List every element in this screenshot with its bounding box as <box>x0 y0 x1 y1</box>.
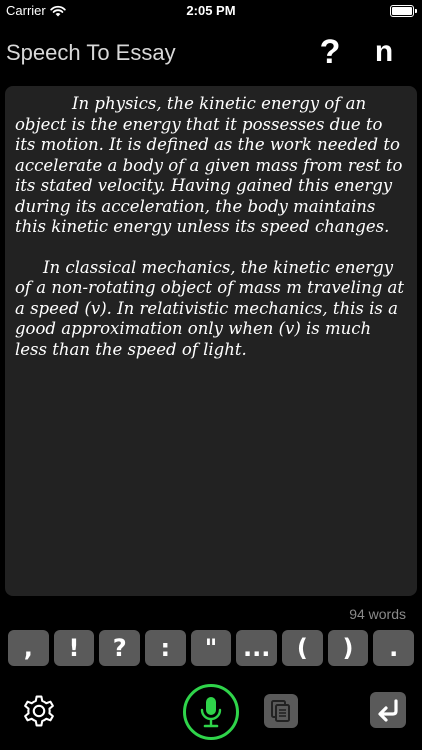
bottom-toolbar <box>0 680 422 750</box>
new-essay-button[interactable]: n <box>368 32 400 72</box>
status-bar: Carrier 2:05 PM <box>0 0 422 22</box>
word-count: 94 words <box>349 606 406 622</box>
exclamation-key[interactable]: ! <box>53 630 95 666</box>
document-copy-icon <box>271 700 290 722</box>
help-button[interactable]: ? <box>314 32 346 72</box>
essay-content: In physics, the kinetic energy of an obj… <box>15 94 407 360</box>
mic-button[interactable] <box>183 684 239 740</box>
gear-icon[interactable] <box>20 692 58 730</box>
essay-paragraph: In physics, the kinetic energy of an obj… <box>15 94 403 236</box>
return-arrow-icon <box>378 699 398 722</box>
ellipsis-key[interactable]: ... <box>236 630 278 666</box>
microphone-icon <box>200 697 222 728</box>
colon-key[interactable]: : <box>145 630 186 666</box>
period-key[interactable]: . <box>373 630 415 666</box>
question-key[interactable]: ? <box>99 630 141 666</box>
battery-icon <box>390 5 417 17</box>
punctuation-bar: , ! ? : " ... ( ) . <box>8 630 415 666</box>
close-paren-key[interactable]: ) <box>327 630 369 666</box>
essay-paragraph: In classical mechanics, the kinetic ener… <box>15 257 404 359</box>
app-title: Speech To Essay <box>6 40 176 65</box>
return-button[interactable] <box>370 692 406 728</box>
comma-key[interactable]: , <box>8 630 49 666</box>
copy-button[interactable] <box>264 694 298 728</box>
quote-key[interactable]: " <box>190 630 232 666</box>
essay-text-area[interactable]: In physics, the kinetic energy of an obj… <box>5 86 417 596</box>
nav-bar: Speech To Essay ? n <box>0 28 422 76</box>
status-time: 2:05 PM <box>186 3 236 18</box>
open-paren-key[interactable]: ( <box>282 630 323 666</box>
